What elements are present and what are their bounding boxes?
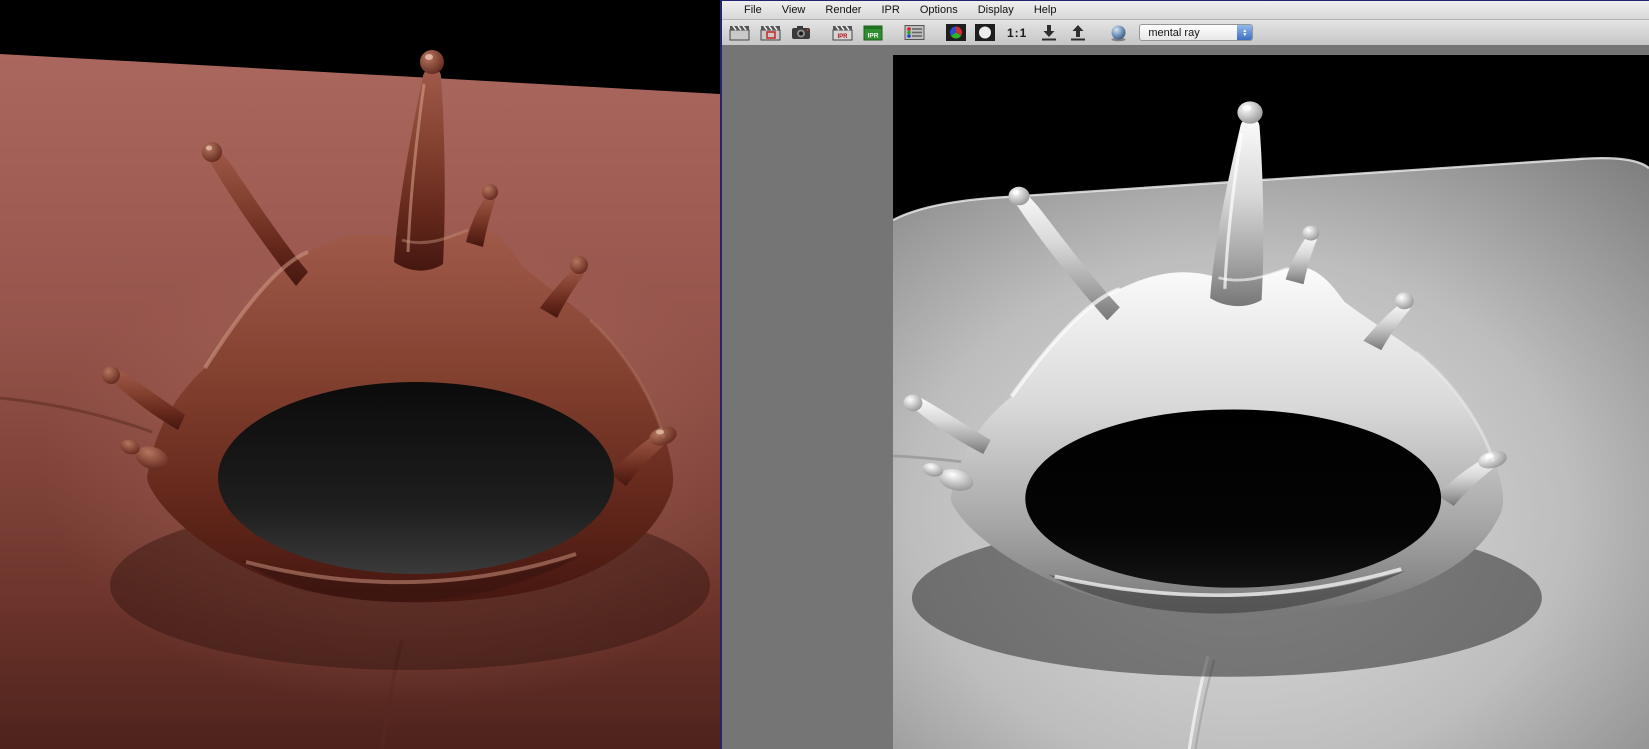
menu-item-render[interactable]: Render — [815, 4, 871, 16]
redo-previous-render-icon — [729, 25, 750, 40]
menu-item-help[interactable]: Help — [1024, 4, 1067, 16]
redo-previous-render-button[interactable] — [727, 23, 753, 43]
remove-image-button[interactable] — [1066, 23, 1090, 42]
render-view-menubar: File View Render IPR Options Display Hel… — [722, 1, 1649, 20]
snapshot-button[interactable] — [789, 23, 813, 42]
render-globals-sphere-button[interactable] — [1107, 23, 1130, 43]
remove-image-icon — [1071, 25, 1086, 41]
stepper-icon[interactable]: ▲ ▼ — [1237, 25, 1253, 40]
keep-image-button[interactable] — [1037, 23, 1061, 42]
refresh-ipr-region-icon: IPR — [863, 25, 883, 40]
snapshot-icon — [792, 26, 810, 39]
svg-text:IPR: IPR — [837, 34, 848, 40]
one-to-one-button[interactable]: 1:1 — [1002, 26, 1032, 40]
renderer-select-value: mental ray — [1148, 26, 1200, 39]
render-view-canvas-area — [722, 45, 1649, 749]
rendered-image[interactable] — [893, 55, 1649, 749]
maya-3d-viewport[interactable] — [0, 0, 720, 749]
svg-text:IPR: IPR — [868, 32, 879, 39]
menu-item-display[interactable]: Display — [968, 4, 1024, 16]
alpha-channel-icon — [975, 24, 995, 41]
render-view-toolbar: IPR IPR 1:1 mental ray ▲ ▼ — [722, 20, 1649, 46]
render-settings-button[interactable] — [902, 23, 927, 42]
renderer-select[interactable]: mental ray ▲ ▼ — [1139, 24, 1254, 41]
render-view-window: File View Render IPR Options Display Hel… — [720, 0, 1649, 749]
alpha-channel-button[interactable] — [973, 23, 997, 42]
render-settings-icon — [904, 25, 925, 40]
liquid-splash-brown-render — [0, 0, 720, 749]
liquid-splash-gray-render — [893, 55, 1649, 749]
screen: File View Render IPR Options Display Hel… — [0, 0, 1649, 749]
render-globals-sphere-icon — [1111, 25, 1126, 41]
rgb-channels-icon — [946, 24, 966, 41]
render-region-button[interactable] — [758, 23, 784, 43]
render-region-icon — [760, 25, 781, 40]
menu-item-ipr[interactable]: IPR — [871, 4, 909, 16]
ipr-render-button[interactable]: IPR — [830, 23, 856, 43]
keep-image-icon — [1042, 25, 1057, 41]
refresh-ipr-region-button[interactable]: IPR — [861, 23, 885, 43]
rgb-channels-button[interactable] — [944, 23, 968, 42]
menu-item-file[interactable]: File — [734, 4, 772, 16]
menu-item-view[interactable]: View — [772, 4, 816, 16]
ipr-render-icon: IPR — [832, 25, 853, 40]
menu-item-options[interactable]: Options — [910, 4, 968, 16]
